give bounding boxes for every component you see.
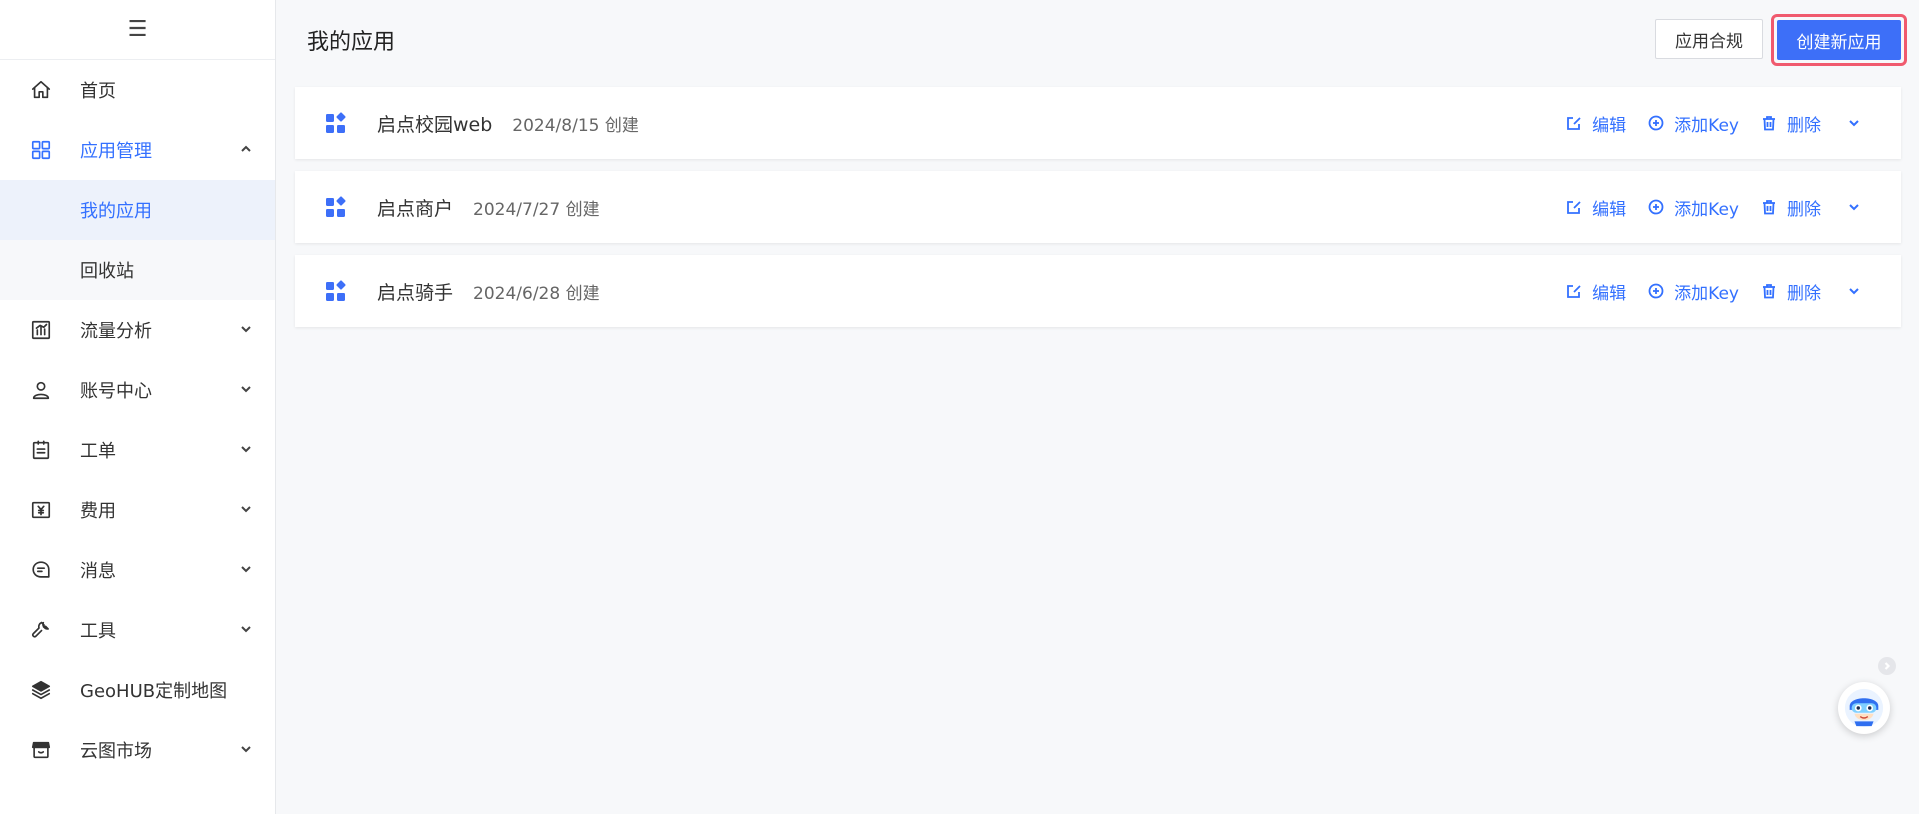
app-created-date: 2024/8/15 创建 xyxy=(512,115,639,136)
chevron-down-icon xyxy=(239,620,253,641)
add-key-button[interactable]: 添加Key xyxy=(1648,111,1739,136)
sidebar-item-home[interactable]: 首页 xyxy=(0,60,275,120)
create-new-app-button[interactable]: 创建新应用 xyxy=(1777,20,1901,60)
app-created-date: 2024/6/28 创建 xyxy=(473,283,600,304)
delete-button[interactable]: 删除 xyxy=(1761,279,1821,304)
edit-button[interactable]: 编辑 xyxy=(1566,279,1626,304)
chevron-down-icon xyxy=(239,380,253,401)
sidebar-item-label: GeoHUB定制地图 xyxy=(80,681,228,702)
app-name: 启点商户 xyxy=(377,197,454,220)
sidebar-item-label: 首页 xyxy=(80,81,116,102)
edit-label: 编辑 xyxy=(1592,115,1627,136)
main-content: 我的应用 应用合规 创建新应用 启点校园web 2024/8/15 创建 编辑 … xyxy=(277,0,1919,814)
add-key-button[interactable]: 添加Key xyxy=(1648,195,1739,220)
plus-circle-icon xyxy=(1648,283,1664,299)
assistant-avatar-icon[interactable] xyxy=(1838,682,1890,734)
expand-chevron-down-icon[interactable] xyxy=(1847,116,1861,130)
chevron-down-icon xyxy=(239,320,253,341)
edit-button[interactable]: 编辑 xyxy=(1566,111,1626,136)
add-key-label: 添加Key xyxy=(1674,115,1739,136)
app-card: 启点骑手 2024/6/28 创建 编辑 添加Key 删除 xyxy=(295,255,1901,327)
sidebar-item-cloud-market[interactable]: 云图市场 xyxy=(0,720,275,780)
app-name: 启点骑手 xyxy=(377,281,454,304)
delete-button[interactable]: 删除 xyxy=(1761,111,1821,136)
edit-icon xyxy=(1567,285,1581,298)
sidebar-item-billing[interactable]: 费用 xyxy=(0,480,275,540)
expand-chevron-down-icon[interactable] xyxy=(1847,284,1861,298)
message-icon xyxy=(30,559,52,581)
app-compliance-button[interactable]: 应用合规 xyxy=(1655,19,1763,59)
app-icon xyxy=(326,280,346,301)
sidebar-item-account-center[interactable]: 账号中心 xyxy=(0,360,275,420)
trash-icon xyxy=(1763,200,1775,215)
app-list: 启点校园web 2024/8/15 创建 编辑 添加Key 删除 启点商户 20… xyxy=(295,87,1901,339)
yuan-icon xyxy=(30,499,52,521)
grid-icon xyxy=(30,139,52,161)
delete-label: 删除 xyxy=(1787,115,1821,136)
sidebar-item-app-management[interactable]: 应用管理 xyxy=(0,120,275,180)
sidebar-item-tickets[interactable]: 工单 xyxy=(0,420,275,480)
sidebar-item-geohub[interactable]: GeoHUB定制地图 xyxy=(0,660,275,720)
user-icon xyxy=(30,379,52,401)
app-name: 启点校园web xyxy=(377,113,493,136)
chevron-up-icon xyxy=(239,140,253,161)
sidebar-item-label: 云图市场 xyxy=(80,741,152,762)
edit-icon xyxy=(1567,201,1581,214)
chevron-down-icon xyxy=(239,440,253,461)
app-icon xyxy=(326,196,346,217)
expand-chevron-down-icon[interactable] xyxy=(1847,200,1861,214)
sidebar-subitem-my-apps[interactable]: 我的应用 xyxy=(0,180,275,240)
assistant-collapse-icon[interactable] xyxy=(1878,657,1896,675)
add-key-button[interactable]: 添加Key xyxy=(1648,279,1739,304)
chevron-down-icon xyxy=(239,500,253,521)
edit-label: 编辑 xyxy=(1592,283,1627,304)
chevron-down-icon xyxy=(239,560,253,581)
wrench-icon xyxy=(30,619,52,641)
sidebar-item-label: 应用管理 xyxy=(80,141,152,162)
menu-toggle-icon[interactable]: ☰ xyxy=(0,0,275,60)
layers-icon xyxy=(30,679,52,701)
home-icon xyxy=(30,79,52,101)
sidebar-item-label: 流量分析 xyxy=(80,321,152,342)
chart-icon xyxy=(30,319,52,341)
app-card: 启点校园web 2024/8/15 创建 编辑 添加Key 删除 xyxy=(295,87,1901,159)
edit-button[interactable]: 编辑 xyxy=(1566,195,1626,220)
app-created-date: 2024/7/27 创建 xyxy=(473,199,600,220)
sidebar-item-traffic-analysis[interactable]: 流量分析 xyxy=(0,300,275,360)
plus-circle-icon xyxy=(1648,115,1664,131)
sidebar-subitem-label: 回收站 xyxy=(80,261,134,282)
sidebar-subitem-label: 我的应用 xyxy=(80,201,152,222)
delete-label: 删除 xyxy=(1787,283,1821,304)
trash-icon xyxy=(1763,116,1775,131)
delete-label: 删除 xyxy=(1787,199,1821,220)
create-button-highlight: 创建新应用 xyxy=(1771,14,1907,66)
sidebar-subitem-recycle-bin[interactable]: 回收站 xyxy=(0,240,275,300)
page-title: 我的应用 xyxy=(307,30,396,55)
chevron-down-icon xyxy=(239,740,253,761)
sidebar-item-label: 账号中心 xyxy=(80,381,152,402)
delete-button[interactable]: 删除 xyxy=(1761,195,1821,220)
add-key-label: 添加Key xyxy=(1674,199,1739,220)
app-card: 启点商户 2024/7/27 创建 编辑 添加Key 删除 xyxy=(295,171,1901,243)
edit-label: 编辑 xyxy=(1592,199,1627,220)
trash-icon xyxy=(1763,284,1775,299)
store-icon xyxy=(30,739,52,761)
add-key-label: 添加Key xyxy=(1674,283,1739,304)
sidebar-item-messages[interactable]: 消息 xyxy=(0,540,275,600)
sidebar-item-label: 消息 xyxy=(80,561,116,582)
sidebar-item-label: 工单 xyxy=(80,441,116,462)
sidebar-item-tools[interactable]: 工具 xyxy=(0,600,275,660)
sidebar: ☰ 首页 应用管理 我的应用 回收站 流量分析 账号中心 工单 费用 消息 工具… xyxy=(0,0,276,814)
edit-icon xyxy=(1567,117,1581,130)
sidebar-item-label: 工具 xyxy=(80,621,116,642)
clipboard-icon xyxy=(30,439,52,461)
plus-circle-icon xyxy=(1648,199,1664,215)
app-icon xyxy=(326,112,346,133)
sidebar-item-label: 费用 xyxy=(80,501,116,522)
